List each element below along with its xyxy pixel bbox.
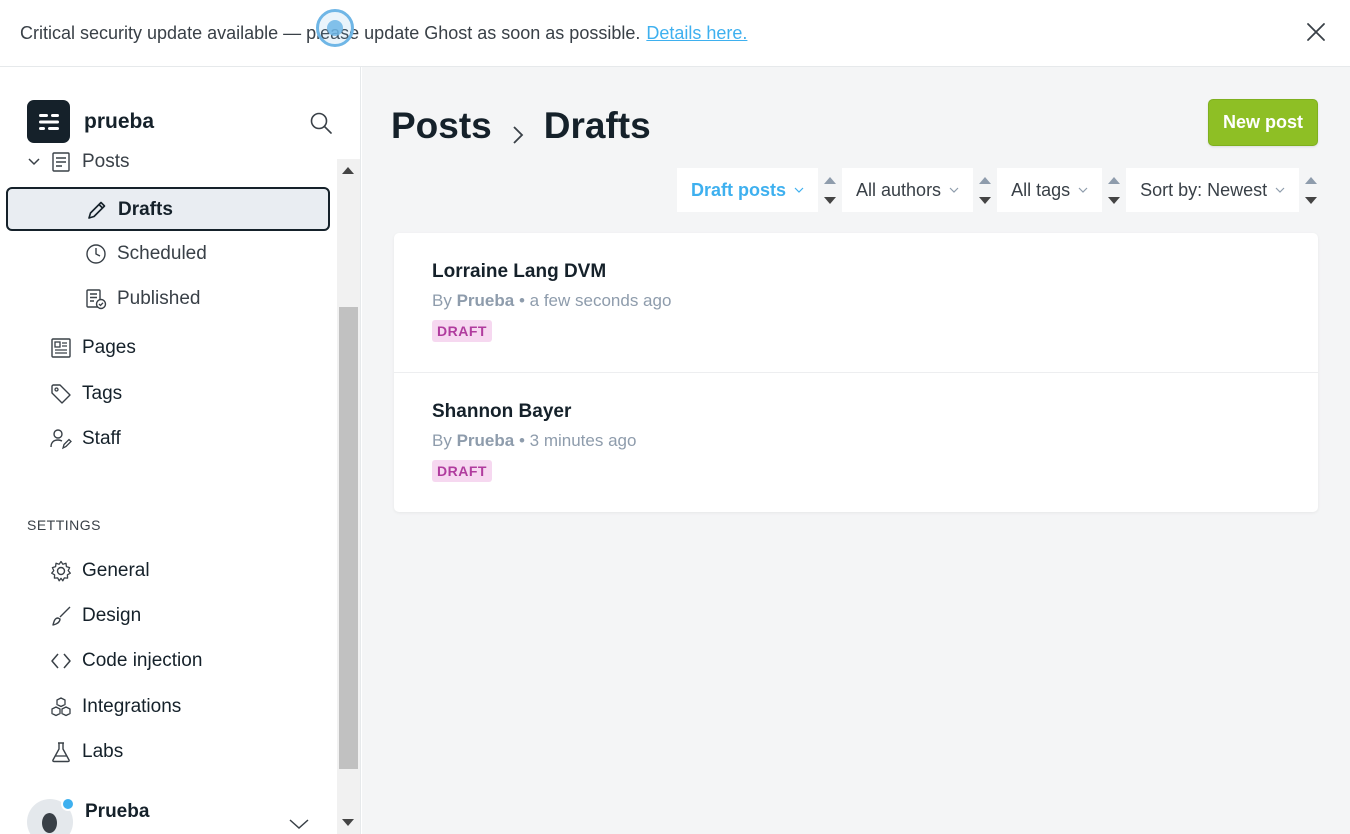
new-post-button[interactable]: New post — [1208, 99, 1318, 146]
meta-separator: • — [518, 431, 525, 450]
sidebar-item-label: Staff — [82, 428, 121, 449]
status-badge: DRAFT — [432, 460, 492, 482]
brush-icon — [48, 603, 74, 629]
chevron-down-icon — [1275, 187, 1285, 193]
list-item[interactable]: Lorraine Lang DVM By Prueba • a few seco… — [394, 233, 1318, 373]
post-filters: Draft posts All authors All tags Sort by… — [677, 168, 1324, 212]
list-item[interactable]: Shannon Bayer By Prueba • 3 minutes ago … — [394, 373, 1318, 512]
post-author: Prueba — [456, 431, 515, 450]
sidebar-item-general[interactable]: General — [48, 558, 150, 584]
banner-details-link[interactable]: Details here. — [646, 23, 747, 44]
user-name: Prueba — [85, 801, 150, 822]
sidebar-item-label: Design — [82, 605, 142, 626]
tag-filter-spinner[interactable] — [1102, 168, 1127, 212]
site-name: prueba — [84, 109, 155, 133]
author-filter-spinner[interactable] — [973, 168, 998, 212]
sidebar-item-label: Tags — [82, 383, 123, 404]
sidebar-item-pages[interactable]: Pages — [48, 335, 136, 361]
post-meta: By Prueba • a few seconds ago — [432, 291, 1318, 311]
tag-filter-select[interactable]: All tags — [997, 168, 1103, 212]
sidebar-item-label: Published — [117, 288, 201, 309]
gear-icon — [48, 558, 74, 584]
scroll-down-arrow[interactable] — [342, 819, 354, 826]
published-icon — [84, 287, 108, 311]
sidebar-item-labs[interactable]: Labs — [48, 739, 123, 765]
page-title: Drafts — [543, 105, 651, 146]
post-by: By — [432, 291, 452, 310]
post-meta: By Prueba • 3 minutes ago — [432, 431, 1318, 451]
sidebar-scrollbar[interactable] — [337, 159, 360, 834]
sidebar-item-label: Code injection — [82, 650, 203, 671]
sidebar-item-staff[interactable]: Staff — [48, 426, 121, 452]
author-filter-value: All authors — [856, 179, 942, 200]
post-author: Prueba — [456, 291, 515, 310]
post-title[interactable]: Lorraine Lang DVM — [432, 261, 1318, 283]
sidebar-item-label: Posts — [82, 151, 130, 172]
sidebar-item-code-injection[interactable]: Code injection — [48, 648, 202, 674]
sort-spinner[interactable] — [1299, 168, 1324, 212]
breadcrumb-posts[interactable]: Posts — [391, 105, 492, 147]
close-icon[interactable] — [1304, 20, 1328, 44]
sidebar-item-integrations[interactable]: Integrations — [48, 694, 181, 720]
tag-icon — [48, 381, 74, 407]
settings-heading: SETTINGS — [27, 517, 102, 533]
sidebar-item-design[interactable]: Design — [48, 603, 141, 629]
flask-icon — [48, 739, 74, 765]
chevron-right-icon — [506, 114, 530, 144]
post-title[interactable]: Shannon Bayer — [432, 401, 1318, 423]
brand[interactable]: prueba — [27, 100, 154, 143]
meta-separator: • — [518, 291, 525, 310]
sidebar-item-tags[interactable]: Tags — [48, 381, 122, 407]
sidebar-item-label: Pages — [82, 337, 136, 358]
sidebar-item-published[interactable]: Published — [84, 287, 200, 311]
chevron-down-icon — [1078, 187, 1088, 193]
code-icon — [48, 648, 74, 674]
chevron-down-icon[interactable] — [288, 817, 310, 831]
tag-filter-value: All tags — [1011, 179, 1071, 200]
user-menu[interactable]: Prueba — [27, 797, 150, 834]
clock-icon — [84, 242, 108, 266]
type-filter-select[interactable]: Draft posts — [677, 168, 819, 212]
post-time: 3 minutes ago — [529, 431, 637, 450]
post-time: a few seconds ago — [529, 291, 672, 310]
chevron-down-icon — [794, 187, 804, 193]
sidebar-item-posts[interactable]: Posts — [26, 149, 130, 175]
site-logo-icon — [27, 100, 70, 143]
sidebar-item-label: Drafts — [118, 199, 173, 220]
main-content: Posts Drafts New post Draft posts All au… — [362, 67, 1350, 834]
posts-icon — [48, 149, 74, 175]
pencil-icon — [85, 198, 109, 222]
search-icon[interactable] — [309, 111, 333, 135]
integrations-icon — [48, 694, 74, 720]
post-list: Lorraine Lang DVM By Prueba • a few seco… — [394, 233, 1318, 512]
breadcrumb: Posts Drafts — [391, 105, 651, 147]
status-badge: DRAFT — [432, 320, 492, 342]
staff-icon — [48, 426, 74, 452]
notification-dot — [61, 797, 75, 811]
type-filter-spinner[interactable] — [818, 168, 843, 212]
sidebar-item-label: General — [82, 560, 150, 581]
scrollbar-thumb[interactable] — [339, 307, 358, 769]
sort-select[interactable]: Sort by: Newest — [1126, 168, 1300, 212]
type-filter-value: Draft posts — [691, 179, 787, 200]
sidebar-item-label: Scheduled — [117, 243, 207, 264]
chevron-down-icon[interactable] — [26, 149, 42, 175]
post-by: By — [432, 431, 452, 450]
chevron-down-icon — [949, 187, 959, 193]
sidebar-item-scheduled[interactable]: Scheduled — [84, 242, 207, 266]
author-filter-select[interactable]: All authors — [842, 168, 974, 212]
scroll-up-arrow[interactable] — [342, 167, 354, 174]
sidebar-item-drafts[interactable]: Drafts — [6, 187, 330, 231]
sidebar-item-label: Labs — [82, 741, 124, 762]
sort-value: Sort by: Newest — [1140, 179, 1268, 200]
sidebar: prueba Posts Drafts Scheduled Published … — [0, 67, 361, 834]
cursor-indicator — [316, 9, 354, 47]
update-banner: Critical security update available — ple… — [0, 0, 1350, 67]
pages-icon — [48, 335, 74, 361]
sidebar-item-label: Integrations — [82, 696, 182, 717]
